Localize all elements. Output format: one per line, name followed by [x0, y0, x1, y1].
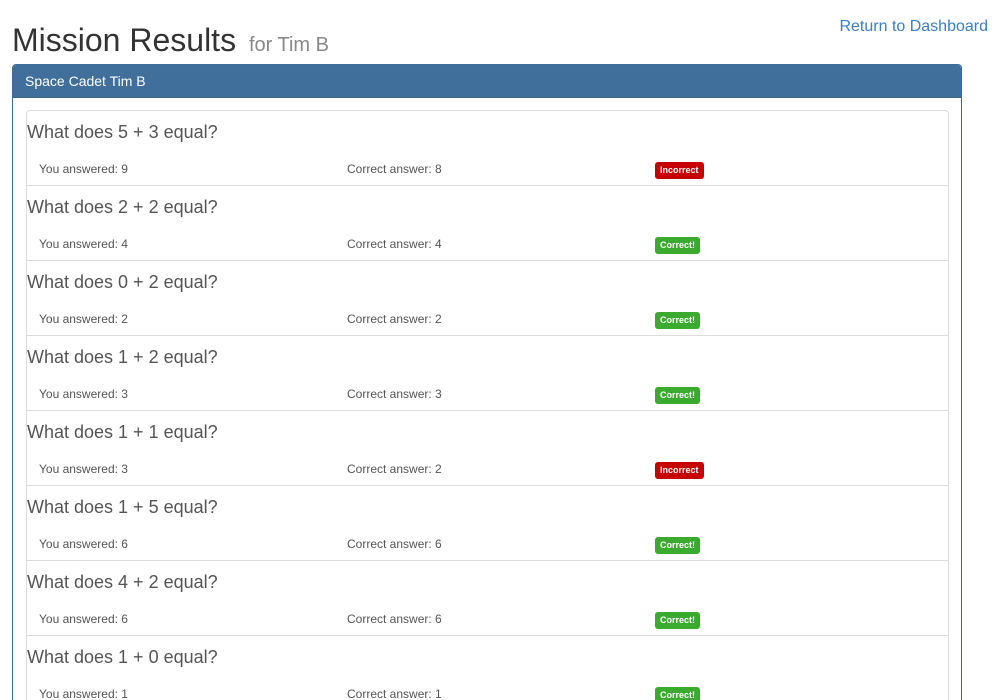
- correct-answer: Correct answer: 1: [347, 687, 442, 700]
- result-item: What does 4 + 2 equal? You answered: 6 Cor…: [27, 561, 948, 636]
- correct-answer: Correct answer: 6: [347, 537, 442, 551]
- your-answer: You answered: 3: [39, 387, 128, 401]
- question-text: What does 1 + 2 equal?: [27, 347, 218, 367]
- correct-answer: Correct answer: 2: [347, 312, 442, 326]
- result-item: What does 0 + 2 equal? You answered: 2 Cor…: [27, 261, 948, 336]
- status-badge: Correct!: [655, 537, 701, 554]
- result-item: What does 2 + 2 equal? You answered: 4 Cor…: [27, 186, 948, 261]
- correct-answer: Correct answer: 6: [347, 612, 442, 626]
- your-answer: You answered: 1: [39, 687, 128, 700]
- result-item: What does 1 + 1 equal? You answered: 3 Cor…: [27, 411, 948, 486]
- your-answer: You answered: 2: [39, 312, 128, 326]
- status-badge: Incorrect: [655, 162, 704, 179]
- correct-answer: Correct answer: 3: [347, 387, 442, 401]
- question-text: What does 5 + 3 equal?: [27, 122, 218, 142]
- results-list: What does 5 + 3 equal? You answered: 9 Cor…: [26, 110, 949, 700]
- status-badge: Correct!: [655, 687, 701, 700]
- question-text: What does 1 + 5 equal?: [27, 497, 218, 517]
- mission-results-page: Mission Results for Tim B Return to Dash…: [0, 0, 1000, 700]
- status-badge: Correct!: [655, 612, 701, 629]
- result-item: What does 1 + 2 equal? You answered: 3 Cor…: [27, 336, 948, 411]
- result-item: What does 1 + 0 equal? You answered: 1 Cor…: [27, 636, 948, 700]
- your-answer: You answered: 6: [39, 612, 128, 626]
- result-item: What does 5 + 3 equal? You answered: 9 Cor…: [27, 111, 948, 186]
- return-to-dashboard-link[interactable]: Return to Dashboard: [839, 18, 988, 36]
- result-item: What does 1 + 5 equal? You answered: 6 Cor…: [27, 486, 948, 561]
- question-text: What does 1 + 1 equal?: [27, 422, 218, 442]
- status-badge: Incorrect: [655, 462, 704, 479]
- panel-body: What does 5 + 3 equal? You answered: 9 Cor…: [13, 98, 961, 700]
- page-title-text: Mission Results: [12, 22, 237, 58]
- correct-answer: Correct answer: 4: [347, 237, 442, 251]
- status-badge: Correct!: [655, 237, 701, 254]
- results-panel: Space Cadet Tim B What does 5 + 3 equal?…: [12, 64, 962, 700]
- your-answer: You answered: 6: [39, 537, 128, 551]
- question-text: What does 1 + 0 equal?: [27, 647, 218, 667]
- page-title: Mission Results for Tim B: [12, 20, 329, 65]
- page-subtitle: for Tim B: [248, 34, 329, 56]
- your-answer: You answered: 3: [39, 462, 128, 476]
- correct-answer: Correct answer: 2: [347, 462, 442, 476]
- your-answer: You answered: 9: [39, 162, 128, 176]
- question-text: What does 2 + 2 equal?: [27, 197, 218, 217]
- question-text: What does 4 + 2 equal?: [27, 572, 218, 592]
- status-badge: Correct!: [655, 387, 701, 404]
- your-answer: You answered: 4: [39, 237, 128, 251]
- question-text: What does 0 + 2 equal?: [27, 272, 218, 292]
- status-badge: Correct!: [655, 312, 701, 329]
- panel-heading: Space Cadet Tim B: [13, 65, 961, 98]
- correct-answer: Correct answer: 8: [347, 162, 442, 176]
